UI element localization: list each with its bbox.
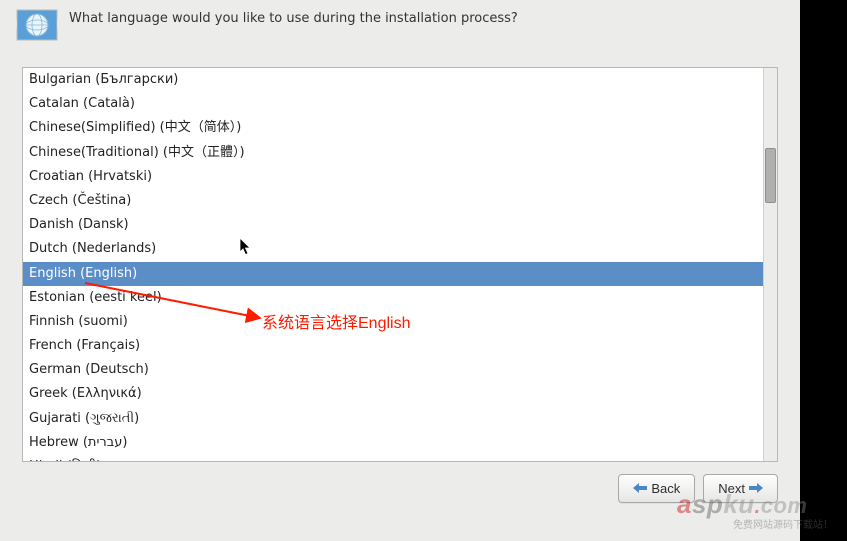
header-question: What language would you like to use duri… [69,8,518,28]
next-button-label: Next [718,481,745,496]
scrollbar[interactable] [763,68,777,461]
language-option[interactable]: Danish (Dansk) [23,213,763,237]
language-option[interactable]: French (Français) [23,334,763,358]
language-option[interactable]: Croatian (Hrvatski) [23,165,763,189]
back-button[interactable]: Back [618,474,695,503]
language-option[interactable]: Chinese(Traditional) (中文（正體）) [23,141,763,165]
language-option[interactable]: Greek (Ελληνικά) [23,382,763,406]
globe-flag-icon [15,8,59,44]
language-option[interactable]: Gujarati (ગુજરાતી) [23,407,763,431]
language-option[interactable]: Hindi (हिन्दी) [23,455,763,461]
language-list-container: Bulgarian (Български)Catalan (Català)Chi… [22,67,778,462]
language-option[interactable]: Catalan (Català) [23,92,763,116]
arrow-left-icon [633,481,647,496]
installer-window: What language would you like to use duri… [0,0,800,541]
back-button-label: Back [651,481,680,496]
arrow-right-icon [749,481,763,496]
scrollbar-thumb[interactable] [765,148,776,203]
header: What language would you like to use duri… [0,0,800,52]
annotation-text: 系统语言选择English [262,309,410,333]
language-option[interactable]: Chinese(Simplified) (中文（简体）) [23,116,763,140]
language-option[interactable]: German (Deutsch) [23,358,763,382]
language-option[interactable]: Czech (Čeština) [23,189,763,213]
language-list[interactable]: Bulgarian (Български)Catalan (Català)Chi… [23,68,763,461]
language-option[interactable]: English (English) [23,262,763,286]
button-bar: Back Next [0,462,800,513]
language-option[interactable]: Hebrew (עברית) [23,431,763,455]
language-option[interactable]: Bulgarian (Български) [23,68,763,92]
language-option[interactable]: Estonian (eesti keel) [23,286,763,310]
language-option[interactable]: Dutch (Nederlands) [23,237,763,261]
next-button[interactable]: Next [703,474,778,503]
